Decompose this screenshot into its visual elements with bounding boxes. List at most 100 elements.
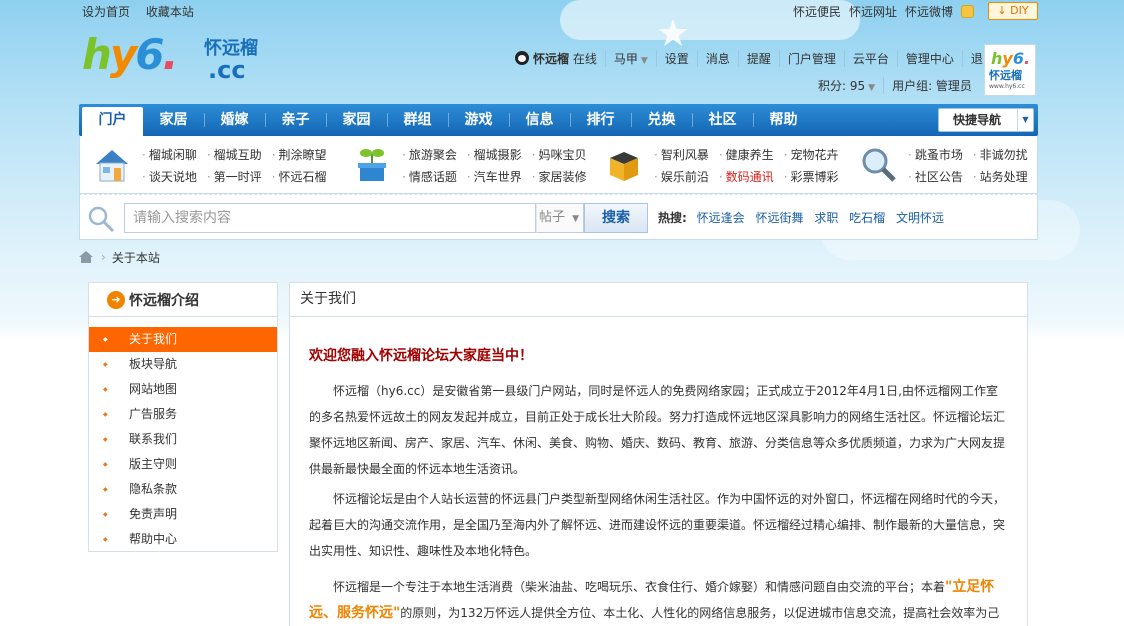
- sidebar-item-disclaimer[interactable]: 免责声明: [89, 502, 277, 527]
- sidebar-item-privacy[interactable]: 隐私条款: [89, 477, 277, 502]
- nav-tab-home[interactable]: 家居: [143, 104, 204, 136]
- bianmin-link[interactable]: 怀远便民: [793, 3, 841, 20]
- diy-label: DIY: [1010, 4, 1029, 17]
- search-type-select[interactable]: 帖子 ▼: [536, 203, 584, 233]
- search-button[interactable]: 搜索: [584, 203, 648, 233]
- sidebar-item-contact[interactable]: 联系我们: [89, 427, 277, 452]
- hot-search-link[interactable]: 怀远逢会: [697, 211, 745, 225]
- alias-menu[interactable]: 马甲 ▼: [604, 49, 656, 67]
- hot-searches: 热搜: 怀远逢会 怀远街舞 求职 吃石榴 文明怀远: [658, 209, 951, 226]
- subnav-link[interactable]: 社区公告: [908, 166, 963, 188]
- chevron-down-icon: ▼: [572, 214, 580, 224]
- nav-tab-wedding[interactable]: 婚嫁: [204, 104, 265, 136]
- nav-tab-exchange[interactable]: 兑换: [631, 104, 692, 136]
- nav-tab-portal[interactable]: 门户: [82, 107, 143, 136]
- messages-link[interactable]: 消息: [696, 49, 738, 67]
- subnav-link[interactable]: 站务处理: [973, 166, 1028, 188]
- subnav-link[interactable]: 非诚勿扰: [973, 144, 1028, 166]
- logo-letter: .: [1023, 49, 1031, 68]
- subnav-link[interactable]: 数码通讯: [719, 166, 774, 188]
- main-content: 关于我们 欢迎您融入怀远榴论坛大家庭当中！ 怀远榴（hy6.cc）是安徽省第一县…: [289, 282, 1028, 626]
- user-info[interactable]: 怀远榴 在线: [515, 50, 605, 67]
- sidebar: ➜ 怀远榴介绍 关于我们 板块导航 网站地图 广告服务 联系我们 版主守则 隐私…: [88, 282, 278, 552]
- sidebar-item-sitemap[interactable]: 网站地图: [89, 377, 277, 402]
- subnav-link[interactable]: 彩票博彩: [784, 166, 839, 188]
- nav-tab-homeland[interactable]: 家园: [326, 104, 387, 136]
- subnav-link[interactable]: 健康养生: [719, 144, 774, 166]
- magnifier-icon: [862, 148, 896, 182]
- subnav-link[interactable]: 榴城互助: [207, 144, 262, 166]
- nav-tab-community[interactable]: 社区: [692, 104, 753, 136]
- subnav-link[interactable]: 智利风暴: [654, 144, 709, 166]
- quick-nav-button[interactable]: 快捷导航 ▼: [938, 108, 1034, 132]
- site-logo[interactable]: hy6. 怀远榴 .cc: [82, 30, 272, 86]
- points-menu[interactable]: 积分: 95 ▼: [818, 77, 883, 94]
- intro-paragraph: 怀远榴论坛是由个人站长运营的怀远县门户类型新型网络休闲生活社区。作为中国怀远的对…: [309, 492, 1006, 558]
- sidebar-item-moderator-rules[interactable]: 版主守则: [89, 452, 277, 477]
- subnav-link[interactable]: 娱乐前沿: [654, 166, 709, 188]
- search-bar: 请输入搜索内容 帖子 ▼ 搜索 热搜: 怀远逢会 怀远街舞 求职 吃石榴 文明怀…: [79, 194, 1038, 240]
- usergroup-link[interactable]: 用户组: 管理员: [883, 76, 980, 94]
- alias-menu-label: 马甲: [613, 51, 638, 66]
- breadcrumb-current[interactable]: 关于本站: [112, 249, 160, 266]
- notifications-link[interactable]: 提醒: [737, 49, 779, 67]
- subnav-link[interactable]: 旅游聚会: [402, 144, 457, 166]
- search-input[interactable]: 请输入搜索内容: [124, 203, 536, 233]
- username[interactable]: 怀远榴: [533, 52, 569, 66]
- subnav-link[interactable]: 妈咪宝贝: [532, 144, 587, 166]
- admin-center-link[interactable]: 管理中心: [896, 49, 962, 67]
- diy-button[interactable]: ↓ DIY: [988, 2, 1038, 20]
- box-icon: [610, 152, 638, 181]
- subnav-link[interactable]: 榴城摄影: [467, 144, 522, 166]
- subnav-link[interactable]: 谈天说地: [142, 166, 197, 188]
- nav-tab-ranking[interactable]: 排行: [570, 104, 631, 136]
- chevron-down-icon: ▼: [1017, 109, 1033, 131]
- subnav-link[interactable]: 荆涂瞭望: [272, 144, 327, 166]
- sidebar-item-forum-nav[interactable]: 板块导航: [89, 352, 277, 377]
- breadcrumb-separator: ›: [101, 250, 106, 264]
- hot-search-link[interactable]: 求职: [814, 211, 838, 225]
- subnav-link[interactable]: 情感话题: [402, 166, 457, 188]
- qq-icon: [515, 50, 529, 65]
- avatar-site-url: www.hy6.cc: [989, 83, 1025, 90]
- house-icon: [96, 150, 128, 182]
- subnav-link[interactable]: 汽车世界: [467, 166, 522, 188]
- logo-letter: 6: [135, 30, 164, 79]
- weibo-icon[interactable]: [961, 4, 974, 18]
- sidebar-item-help[interactable]: 帮助中心: [89, 527, 277, 552]
- subnav-link[interactable]: 家居装修: [532, 166, 587, 188]
- nav-tab-groups[interactable]: 群组: [387, 104, 448, 136]
- sidebar-item-ads[interactable]: 广告服务: [89, 402, 277, 427]
- subnav-link[interactable]: 跳蚤市场: [908, 144, 963, 166]
- intro-paragraph: 怀远榴（hy6.cc）是安徽省第一县级门户网站，同时是怀远人的免费网络家园；正式…: [309, 384, 1006, 476]
- top-bar: 设为首页 收藏本站 怀远便民 怀远网址 怀远微博 ↓ DIY: [80, 0, 1038, 22]
- user-toolbar: 怀远榴 在线 马甲 ▼ 设置 消息 提醒 门户管理 云平台 管理中心 退出: [515, 48, 1003, 68]
- search-icon: [88, 206, 115, 233]
- nav-tab-help[interactable]: 帮助: [753, 104, 814, 136]
- cloud-platform-link[interactable]: 云平台: [843, 49, 897, 67]
- subnav-link[interactable]: 宠物花卉: [784, 144, 839, 166]
- sidebar-header: ➜ 怀远榴介绍: [89, 283, 277, 317]
- avatar[interactable]: hy6. 怀远榴 www.hy6.cc: [984, 44, 1036, 96]
- subnav-link[interactable]: 榴城闲聊: [142, 144, 197, 166]
- home-icon[interactable]: [79, 251, 93, 263]
- nav-tab-info[interactable]: 信息: [509, 104, 570, 136]
- settings-link[interactable]: 设置: [655, 49, 697, 67]
- set-home-link[interactable]: 设为首页: [82, 5, 130, 19]
- sidebar-item-about-us[interactable]: 关于我们: [89, 327, 277, 352]
- nav-tab-parenting[interactable]: 亲子: [265, 104, 326, 136]
- plant-icon: [358, 149, 386, 181]
- weibo-link[interactable]: 怀远微博: [905, 3, 953, 20]
- hot-search-link[interactable]: 怀远街舞: [755, 211, 803, 225]
- hot-search-link[interactable]: 吃石榴: [849, 211, 885, 225]
- subnav-link[interactable]: 第一时评: [207, 166, 262, 188]
- subnav-link[interactable]: 怀远石榴: [272, 166, 327, 188]
- bookmark-link[interactable]: 收藏本站: [146, 5, 194, 19]
- logo-letter: .: [162, 30, 179, 79]
- wangzhi-link[interactable]: 怀远网址: [849, 3, 897, 20]
- nav-tab-games[interactable]: 游戏: [448, 104, 509, 136]
- hot-search-link[interactable]: 文明怀远: [896, 211, 944, 225]
- portal-admin-link[interactable]: 门户管理: [778, 49, 844, 67]
- intro-paragraph: 怀远榴是一个专注于本地生活消费（柴米油盐、吃喝玩乐、衣食住行、婚介嫁娶）和情感问…: [309, 574, 1009, 626]
- search-type-label: 帖子: [539, 210, 566, 225]
